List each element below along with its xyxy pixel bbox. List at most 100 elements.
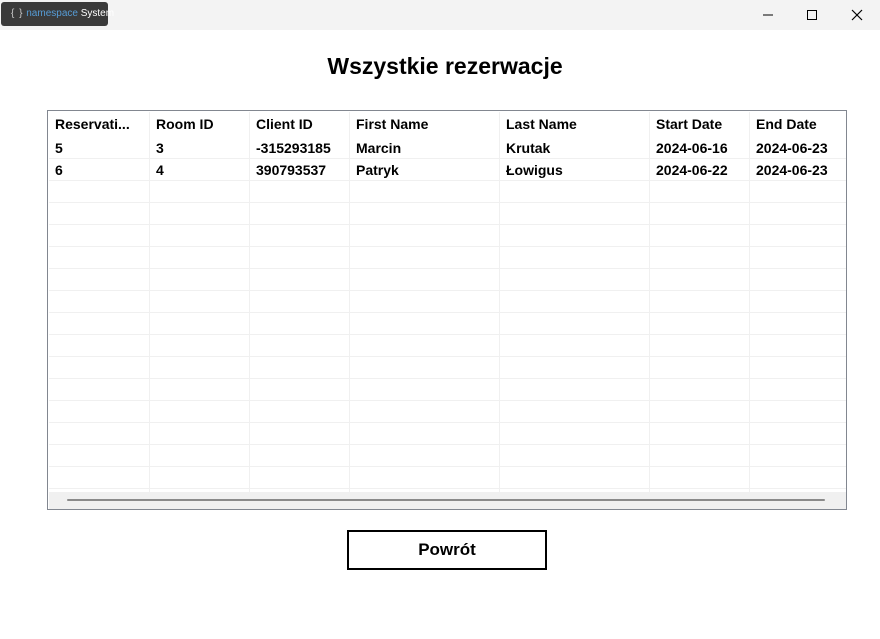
empty-cell	[750, 423, 846, 445]
empty-cell	[250, 357, 350, 379]
empty-row	[49, 467, 846, 489]
table-cell: Krutak	[500, 137, 650, 159]
empty-cell	[750, 467, 846, 489]
empty-cell	[650, 247, 750, 269]
empty-cell	[49, 379, 150, 401]
empty-cell	[49, 445, 150, 467]
table-cell: 6	[49, 159, 150, 181]
back-button[interactable]: Powrót	[347, 530, 547, 570]
column-header-reservation-id[interactable]: Reservati...	[49, 112, 150, 137]
column-header-start-date[interactable]: Start Date	[650, 112, 750, 137]
empty-cell	[250, 379, 350, 401]
braces-icon: { }	[11, 8, 24, 19]
empty-cell	[500, 291, 650, 313]
table-cell: 2024-06-23	[756, 162, 828, 178]
empty-row	[49, 401, 846, 423]
table-cell: -315293185	[250, 137, 350, 159]
app-badge: { } namespace System	[1, 2, 114, 26]
empty-cell	[650, 335, 750, 357]
empty-row	[49, 225, 846, 247]
empty-cell	[250, 423, 350, 445]
empty-cell	[650, 203, 750, 225]
empty-cell	[350, 225, 500, 247]
empty-cell	[150, 225, 250, 247]
column-header-first-name[interactable]: First Name	[350, 112, 500, 137]
empty-cell	[500, 467, 650, 489]
empty-row	[49, 445, 846, 467]
empty-cell	[250, 445, 350, 467]
empty-cell	[49, 225, 150, 247]
empty-cell	[350, 335, 500, 357]
table-cell: 4	[150, 159, 250, 181]
empty-cell	[650, 357, 750, 379]
column-header-room-id[interactable]: Room ID	[150, 112, 250, 137]
maximize-icon	[807, 10, 817, 20]
empty-cell	[250, 203, 350, 225]
table-row[interactable]: 6 4 390793537 Patryk Łowigus 2024-06-22 …	[49, 159, 846, 181]
column-header-last-name[interactable]: Last Name	[500, 112, 650, 137]
title-bar: { } namespace System	[0, 0, 880, 30]
reservations-table[interactable]: Reservati... Room ID Client ID First Nam…	[47, 110, 847, 510]
table-cell: 5	[49, 137, 150, 159]
column-header-client-id[interactable]: Client ID	[250, 112, 350, 137]
empty-cell	[500, 313, 650, 335]
empty-cell	[650, 313, 750, 335]
empty-cell	[49, 313, 150, 335]
table-cell: Marcin	[350, 137, 500, 159]
empty-cell	[750, 401, 846, 423]
table-cell: Patryk	[350, 159, 500, 181]
empty-cell	[650, 379, 750, 401]
empty-cell	[49, 291, 150, 313]
column-header-end-date[interactable]: End Date	[750, 112, 846, 137]
empty-cell	[350, 467, 500, 489]
empty-row	[49, 313, 846, 335]
empty-cell	[49, 181, 150, 203]
empty-cell	[650, 445, 750, 467]
table-cell: 3	[150, 137, 250, 159]
empty-cell	[49, 269, 150, 291]
empty-cell	[350, 313, 500, 335]
empty-cell	[150, 181, 250, 203]
empty-row	[49, 423, 846, 445]
empty-cell	[150, 379, 250, 401]
empty-cell	[750, 313, 846, 335]
minimize-button[interactable]	[745, 0, 791, 30]
minimize-icon	[763, 14, 773, 16]
empty-cell	[350, 247, 500, 269]
table-cell: 2024-06-16	[650, 137, 750, 159]
empty-cell	[350, 379, 500, 401]
empty-cell	[250, 401, 350, 423]
empty-cell	[650, 225, 750, 247]
empty-cell	[650, 467, 750, 489]
empty-row	[49, 379, 846, 401]
empty-cell	[49, 401, 150, 423]
empty-cell	[500, 181, 650, 203]
empty-cell	[150, 247, 250, 269]
empty-cell	[49, 247, 150, 269]
empty-cell	[350, 445, 500, 467]
empty-cell	[250, 247, 350, 269]
maximize-button[interactable]	[789, 0, 835, 30]
empty-cell	[49, 357, 150, 379]
empty-cell	[150, 291, 250, 313]
empty-cell	[350, 423, 500, 445]
empty-cell	[250, 225, 350, 247]
empty-cell	[750, 203, 846, 225]
empty-cell	[750, 379, 846, 401]
empty-cell	[150, 335, 250, 357]
empty-cell	[750, 357, 846, 379]
empty-cell	[650, 401, 750, 423]
empty-cell	[500, 401, 650, 423]
empty-cell	[49, 467, 150, 489]
empty-cell	[250, 335, 350, 357]
system-label: System	[80, 8, 115, 19]
empty-cell	[750, 335, 846, 357]
scrollbar-thumb[interactable]	[67, 499, 825, 501]
empty-cell	[750, 225, 846, 247]
table-row[interactable]: 5 3 -315293185 Marcin Krutak 2024-06-16 …	[49, 137, 846, 159]
empty-cell	[750, 247, 846, 269]
close-button[interactable]	[834, 0, 880, 30]
empty-row	[49, 203, 846, 225]
horizontal-scrollbar[interactable]	[49, 492, 846, 509]
table-cell: Łowigus	[500, 159, 650, 181]
